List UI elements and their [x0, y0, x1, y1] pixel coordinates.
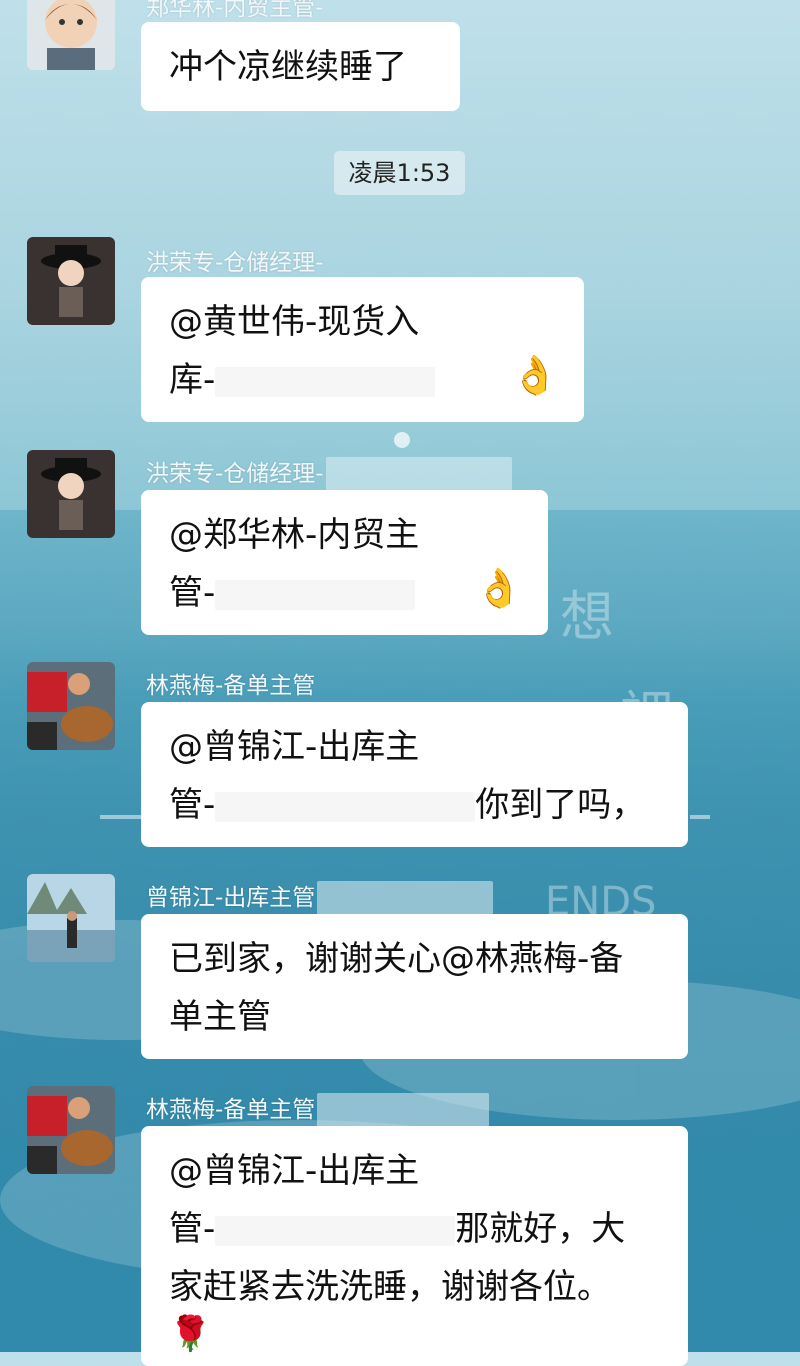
message-bubble[interactable]: @曾锦江-出库主 管- 你到了吗，: [141, 702, 688, 847]
redacted-name: [317, 880, 494, 917]
message-text: 单主管: [169, 997, 271, 1037]
message-text: 那就好，大: [455, 1209, 626, 1249]
message-text: @郑华林-内贸主: [169, 515, 420, 555]
woman-with-dog-avatar-icon: [27, 1086, 115, 1174]
sender-name: 林燕梅-备单主管: [146, 1090, 490, 1129]
message-text: 已到家，谢谢关心@林燕梅-备: [169, 939, 624, 979]
sender-name: 林燕梅-备单主管: [146, 673, 316, 699]
timestamp: 凌晨1:53: [334, 151, 465, 195]
message-bubble[interactable]: 冲个凉继续睡了: [141, 22, 460, 111]
cartoon-hat-avatar-icon: [27, 237, 115, 325]
message-text: 库-: [169, 360, 216, 400]
redacted-text: [215, 791, 476, 822]
redacted-name: [325, 456, 512, 493]
woman-with-dog-avatar-icon: [27, 662, 115, 750]
sender-name: 曾锦江-出库主管: [146, 878, 494, 917]
redacted-text: [215, 366, 436, 397]
message-bubble[interactable]: 已到家，谢谢关心@林燕梅-备 单主管: [141, 914, 688, 1059]
avatar[interactable]: [27, 874, 115, 962]
ok-hand-icon: 👌: [475, 566, 523, 610]
avatar[interactable]: [27, 0, 115, 70]
redacted-text: [215, 579, 416, 610]
message-text: 管-: [169, 785, 216, 825]
sender-name: 洪荣专-仓储经理-: [146, 454, 512, 493]
sender-name: 洪荣专-仓储经理-: [146, 250, 324, 276]
message-text: 管-: [169, 573, 216, 613]
man-by-river-avatar-icon: [27, 874, 115, 962]
rose-icon: 🌹: [169, 1314, 212, 1354]
child-avatar-icon: [27, 0, 115, 70]
redacted-name: [317, 1092, 490, 1129]
message-bubble[interactable]: @曾锦江-出库主 管- 那就好，大 家赶紧去洗洗睡，谢谢各位。 🌹: [141, 1126, 688, 1366]
avatar[interactable]: [27, 662, 115, 750]
ok-hand-icon: 👌: [511, 353, 559, 397]
message-bubble[interactable]: @郑华林-内贸主 管- 👌: [141, 490, 548, 635]
svg-text:想: 想: [560, 585, 614, 648]
message-bubble[interactable]: @黄世伟-现货入 库- 👌: [141, 277, 584, 422]
avatar[interactable]: [27, 237, 115, 325]
redacted-text: [215, 1215, 456, 1246]
message-text: 冲个凉继续睡了: [169, 47, 407, 87]
avatar[interactable]: [27, 450, 115, 538]
message-text: 管-: [169, 1209, 216, 1249]
cartoon-hat-avatar-icon: [27, 450, 115, 538]
message-text: @曾锦江-出库主: [169, 1151, 420, 1191]
message-text: 你到了吗，: [475, 785, 646, 825]
message-text: 家赶紧去洗洗睡，谢谢各位。: [169, 1267, 611, 1307]
message-text: @黄世伟-现货入: [169, 302, 420, 342]
avatar[interactable]: [27, 1086, 115, 1174]
message-text: @曾锦江-出库主: [169, 727, 420, 767]
sender-name: 郑华林-内贸主管-: [146, 0, 324, 21]
